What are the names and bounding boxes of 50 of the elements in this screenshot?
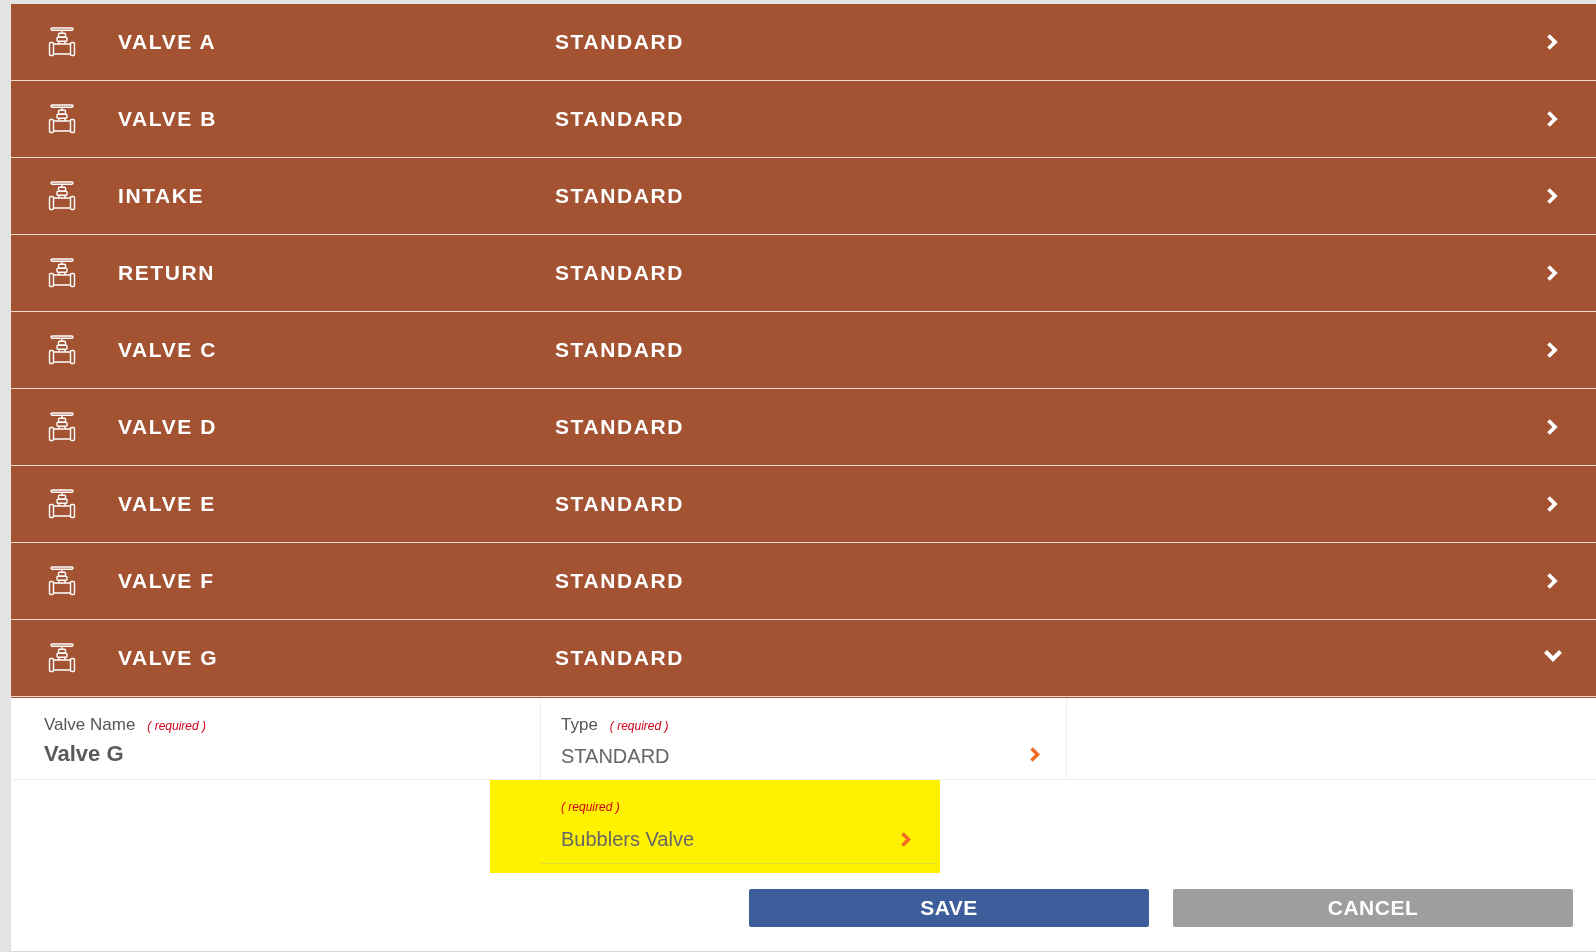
valve-icon [48,258,76,288]
valve-type: STANDARD [555,107,686,131]
field-label: Valve Name [44,715,136,735]
valve-type: STANDARD [555,184,686,208]
valve-row[interactable]: VALVE G STANDARD [11,620,1596,697]
valve-type: STANDARD [555,492,686,516]
select-field[interactable]: Type ( required ) STANDARD [540,698,1067,779]
field-value: Valve G [44,741,124,767]
valve-type: STANDARD [555,338,686,362]
field-label: Type [561,715,598,735]
save-button[interactable]: SAVE [749,889,1149,927]
valve-row[interactable]: VALVE F STANDARD [11,543,1596,620]
valve-name: RETURN [118,261,217,285]
valve-icon [48,27,76,57]
valve-row[interactable]: RETURN STANDARD [11,235,1596,312]
valve-row[interactable]: VALVE D STANDARD [11,389,1596,466]
valve-row[interactable]: VALVE B STANDARD [11,81,1596,158]
valve-name: VALVE D [118,415,219,439]
valve-type: STANDARD [555,415,686,439]
valve-row[interactable]: VALVE C STANDARD [11,312,1596,389]
valve-icon [48,566,76,596]
input-field[interactable]: Valve Name ( required ) Valve G [11,698,540,779]
valve-type: STANDARD [555,569,686,593]
valve-type: STANDARD [555,30,686,54]
valve-type: STANDARD [555,261,686,285]
valve-icon [48,181,76,211]
chevron-right-icon [900,831,912,848]
valve-row[interactable]: INTAKE STANDARD [11,158,1596,235]
valve-icon [48,104,76,134]
valve-icon [48,643,76,673]
valve-name: VALVE F [118,569,216,593]
required-note: ( required ) [609,719,669,733]
valve-name: VALVE G [118,646,220,670]
required-note: ( required ) [561,800,621,814]
field-value: STANDARD [561,745,670,768]
valve-name: VALVE A [118,30,218,54]
valve-name: INTAKE [118,184,206,208]
select-field[interactable]: ( required ) Bubblers Valve [540,780,937,864]
valve-name: VALVE E [118,492,217,516]
valve-icon [48,489,76,519]
valve-row[interactable]: VALVE E STANDARD [11,466,1596,543]
field-value: Bubblers Valve [561,828,695,851]
valve-type: STANDARD [555,646,686,670]
valve-icon [48,335,76,365]
valve-row[interactable]: VALVE A STANDARD [11,4,1596,81]
valve-icon [48,412,76,442]
chevron-right-icon [1029,746,1041,763]
valve-name: VALVE B [118,107,219,131]
required-note: ( required ) [147,719,207,733]
valve-name: VALVE C [118,338,219,362]
